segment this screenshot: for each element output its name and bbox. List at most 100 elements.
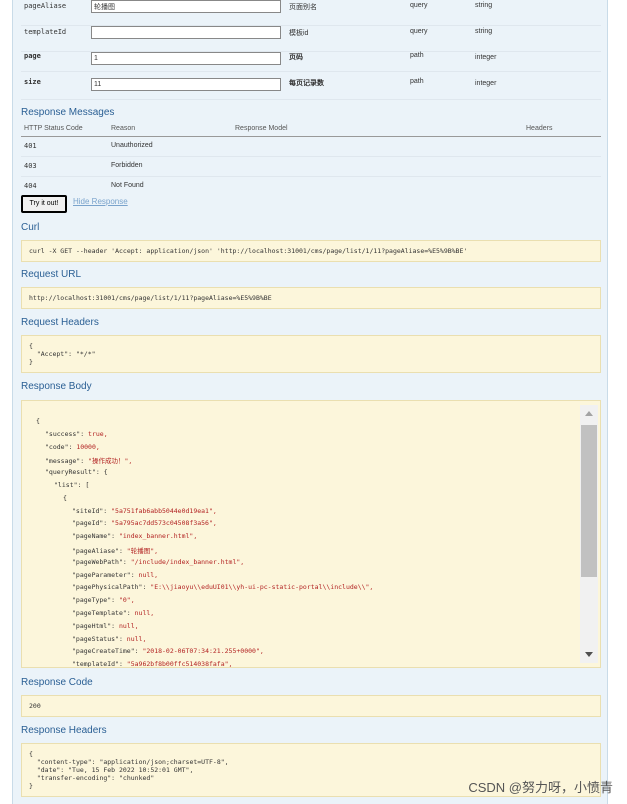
param-row-pageAliase: pageAliase 页面别名 query string xyxy=(21,0,601,26)
response-body-line: "pageHtml": null, xyxy=(72,622,139,630)
request-url-title: Request URL xyxy=(21,269,82,280)
response-body-title: Response Body xyxy=(21,381,92,392)
response-body-content: {"success": true, "code": 10000, "message"… xyxy=(22,401,578,668)
response-header-line: "transfer-encoding": "chunked" xyxy=(29,774,155,782)
json-key: "pageParameter": xyxy=(72,570,139,579)
param-row-size: size 每页记录数 path integer xyxy=(21,72,601,100)
response-body-line: "siteId": "5a751fab6abb5044e0d19ea1", xyxy=(72,507,217,515)
param-name: page xyxy=(24,52,41,60)
csdn-watermark: CSDN @努力呀，小愤青 xyxy=(468,780,613,795)
response-code-title: Response Code xyxy=(21,677,93,688)
json-value: { xyxy=(63,493,67,502)
param-data-type: string xyxy=(475,2,493,9)
response-body-box[interactable]: {"success": true, "code": 10000, "message"… xyxy=(21,400,601,668)
status-reason: Forbidden xyxy=(111,162,143,169)
json-value: null, xyxy=(126,634,147,643)
json-key: "pageTemplate": xyxy=(72,609,135,617)
json-key: "success": xyxy=(45,429,89,438)
templateId-input[interactable] xyxy=(91,26,281,39)
json-key: "templateId": xyxy=(72,660,127,668)
json-key: "list": xyxy=(54,481,86,489)
json-value: "0", xyxy=(118,596,135,605)
request-header-line: "Accept": "*/*" xyxy=(29,350,96,358)
scroll-down-arrow-icon[interactable] xyxy=(580,647,598,663)
request-headers-box: { "Accept": "*/*" } xyxy=(21,335,601,373)
json-key: "pageWebPath": xyxy=(72,557,131,566)
json-key: "pageStatus": xyxy=(72,634,127,643)
response-header-line: } xyxy=(29,782,33,790)
json-key: "siteId": xyxy=(72,506,112,515)
request-header-line: { xyxy=(29,342,33,350)
table-row: 404 Not Found xyxy=(21,177,601,197)
status-reason: Unauthorized xyxy=(111,142,153,149)
json-key: "pageId": xyxy=(72,519,112,528)
response-body-line: "pageTemplate": null, xyxy=(72,609,154,617)
param-description: 页面别名 xyxy=(289,4,317,11)
response-body-line: "pageWebPath": "/include/index_banner.ht… xyxy=(72,558,244,566)
scrollbar-thumb[interactable] xyxy=(581,425,597,577)
pageAliase-input[interactable] xyxy=(91,0,281,13)
response-headers-title: Response Headers xyxy=(21,725,107,736)
json-key: "pageAliase": xyxy=(72,547,127,555)
status-reason: Not Found xyxy=(111,182,144,189)
response-body-line: "pageAliase": "轮播图", xyxy=(72,545,158,555)
response-code-value: 200 xyxy=(29,702,41,710)
json-value: "5a962bf8b00ffc514038fafa", xyxy=(126,660,233,668)
size-input[interactable] xyxy=(91,78,281,91)
response-header-line: "date": "Tue, 15 Feb 2022 10:52:01 GMT", xyxy=(29,766,194,774)
json-key: "message": xyxy=(45,457,89,466)
response-body-line: "success": true, xyxy=(45,430,108,438)
table-row: 403 Forbidden xyxy=(21,157,601,177)
request-headers-title: Request Headers xyxy=(21,317,99,328)
scroll-up-arrow-icon[interactable] xyxy=(580,405,598,421)
header-status-code: HTTP Status Code xyxy=(24,125,83,132)
json-value: "E:\\jiaoyu\\eduUI01\\yh-ui-pc-static-po… xyxy=(150,583,374,592)
response-body-scrollbar[interactable] xyxy=(580,405,598,663)
json-key: "pageHtml": xyxy=(72,621,119,630)
status-code: 403 xyxy=(24,162,37,170)
json-key: "pageType": xyxy=(72,596,119,605)
response-body-line: "pageStatus": null, xyxy=(72,635,146,643)
response-body-line: "queryResult": { xyxy=(45,468,108,476)
json-value: null, xyxy=(138,570,159,579)
status-code: 404 xyxy=(24,182,37,190)
response-body-line: "templateId": "5a962bf8b00ffc514038fafa"… xyxy=(72,660,233,668)
param-type: query xyxy=(410,2,428,9)
response-body-line: "pagePhysicalPath": "E:\\jiaoyu\\eduUI01… xyxy=(72,583,373,591)
page-input[interactable] xyxy=(91,52,281,65)
status-code: 401 xyxy=(24,142,37,150)
json-value: [ xyxy=(85,481,90,489)
response-messages-title: Response Messages xyxy=(21,107,115,118)
response-code-box: 200 xyxy=(21,695,601,717)
header-response-model: Response Model xyxy=(235,125,288,132)
json-value: null, xyxy=(118,621,139,630)
param-name: size xyxy=(24,78,41,86)
request-url-box: http://localhost:31001/cms/page/list/1/1… xyxy=(21,287,601,309)
curl-command: curl -X GET --header 'Accept: applicatio… xyxy=(29,247,468,255)
json-value: "index_banner.html", xyxy=(118,532,198,541)
param-description: 每页记录数 xyxy=(289,80,324,87)
param-data-type: string xyxy=(475,28,493,35)
json-key: "pageName": xyxy=(72,532,119,541)
response-body-line: "pageName": "index_banner.html", xyxy=(72,532,197,540)
response-header-line: "content-type": "application/json;charse… xyxy=(29,758,229,766)
json-value: "5a751fab6abb5044e0d19ea1", xyxy=(111,506,217,515)
json-value: "2018-02-06T07:34:21.255+0000", xyxy=(142,647,264,656)
header-reason: Reason xyxy=(111,125,136,132)
request-url-text: http://localhost:31001/cms/page/list/1/1… xyxy=(29,294,272,302)
curl-title: Curl xyxy=(21,222,40,233)
json-value: null, xyxy=(134,609,155,617)
json-value: "5a795ac7dd573c04508f3a56", xyxy=(111,519,217,528)
try-it-out-button[interactable]: Try it out! xyxy=(21,195,67,213)
json-value: "轮播图", xyxy=(126,547,159,555)
response-header-line: { xyxy=(29,750,33,758)
json-value: 10000, xyxy=(76,442,100,451)
response-body-line: "pageId": "5a795ac7dd573c04508f3a56", xyxy=(72,519,217,527)
param-data-type: integer xyxy=(475,54,497,61)
response-body-line: { xyxy=(63,494,67,502)
hide-response-link[interactable]: Hide Response xyxy=(73,197,128,206)
param-name: templateId xyxy=(24,28,67,36)
response-body-line: "pageCreateTime": "2018-02-06T07:34:21.2… xyxy=(72,647,264,655)
json-key: "queryResult": xyxy=(45,468,104,477)
response-body-line: "pageType": "0", xyxy=(72,596,135,604)
